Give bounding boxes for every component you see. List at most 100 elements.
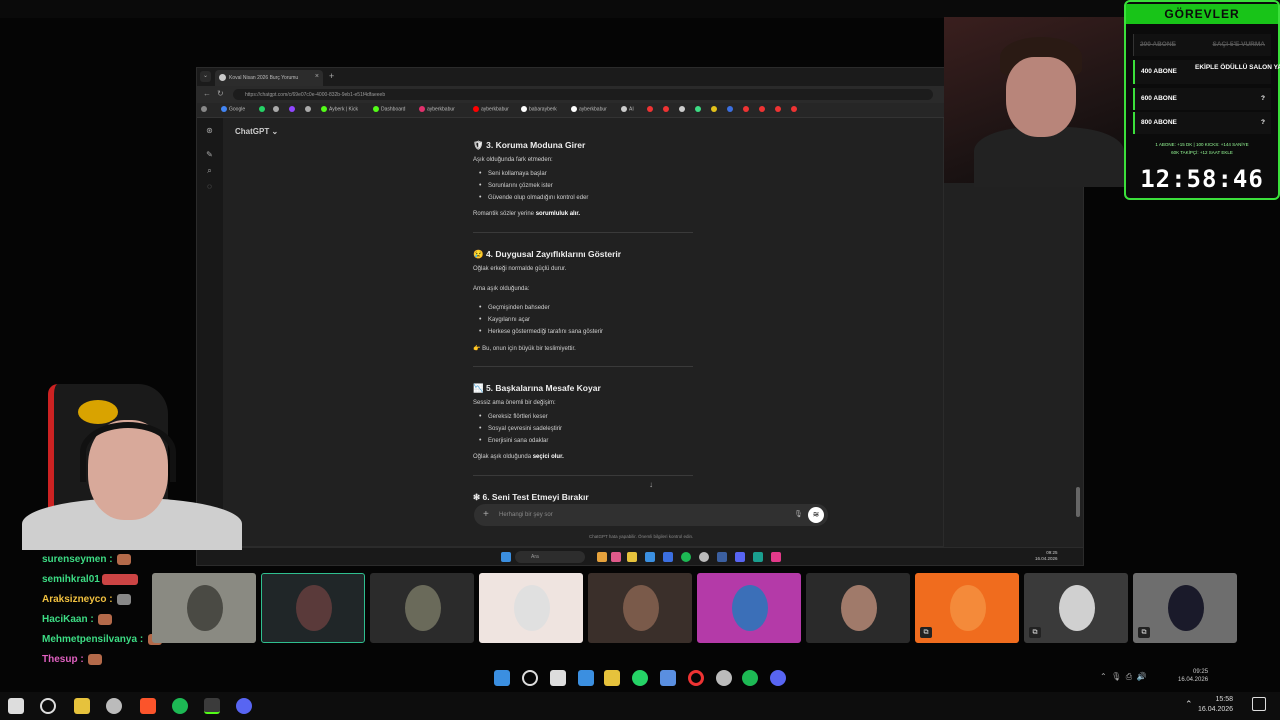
bookmark-icon[interactable]: [791, 106, 799, 112]
bookmark-icon[interactable]: [711, 106, 719, 112]
spotify-icon[interactable]: [172, 698, 188, 714]
brave-icon[interactable]: [140, 698, 156, 714]
emote-icon: [98, 614, 113, 625]
bookmark-icon[interactable]: [273, 106, 281, 112]
participant-tile[interactable]: [152, 573, 256, 643]
spotify-icon[interactable]: [742, 670, 758, 686]
app-icon[interactable]: [771, 552, 781, 562]
message-composer[interactable]: + Herhangi bir şey sor 🎙 ≋: [474, 504, 828, 526]
obs-icon[interactable]: [106, 698, 122, 714]
openai-logo-icon[interactable]: ⊛: [205, 126, 214, 135]
whatsapp-bookmark-icon[interactable]: [259, 106, 267, 112]
date: 16.04.2026: [1178, 677, 1209, 683]
obs-icon[interactable]: [716, 670, 732, 686]
model-selector[interactable]: ChatGPT ⌄: [235, 127, 278, 136]
app-icon[interactable]: [663, 552, 673, 562]
app-icon[interactable]: [597, 552, 607, 562]
app-icon[interactable]: [660, 670, 676, 686]
bookmark-tiktok[interactable]: ayberkbabur: [571, 106, 607, 112]
bookmark-icon[interactable]: [727, 106, 735, 112]
system-tray[interactable]: ⌃ 🎙 ⎙ 🔊: [1100, 672, 1147, 682]
paragraph: Oğlak aşık olduğunda seçici olur.: [473, 454, 564, 460]
tab-search-icon[interactable]: ⌄: [200, 71, 211, 82]
participant-tile[interactable]: [588, 573, 692, 643]
opera-icon[interactable]: [688, 670, 704, 686]
folder-icon[interactable]: [74, 698, 90, 714]
search-icon[interactable]: ⌕: [205, 166, 214, 175]
store-icon[interactable]: [645, 552, 655, 562]
participant-tile[interactable]: ⧉: [1024, 573, 1128, 643]
divider: [473, 475, 693, 476]
bookmark-icon[interactable]: [679, 106, 687, 112]
folder-icon[interactable]: [627, 552, 637, 562]
windows-start-icon[interactable]: [8, 698, 24, 714]
scroll-down-icon[interactable]: ↓: [649, 480, 653, 489]
discord-icon[interactable]: [236, 698, 252, 714]
composer-input[interactable]: Herhangi bir şey sor: [499, 512, 553, 518]
attach-icon[interactable]: +: [483, 509, 489, 520]
bookmark-kick[interactable]: Ayberk | Kick: [321, 106, 358, 112]
bookmark-icon[interactable]: [663, 106, 671, 112]
store-icon[interactable]: [578, 670, 594, 686]
screen-share-icon: ⧉: [1138, 627, 1150, 638]
spotify-icon[interactable]: [681, 552, 691, 562]
search-box[interactable]: Ara: [515, 551, 585, 563]
bookmark-icon[interactable]: [743, 106, 751, 112]
discord-icon[interactable]: [770, 670, 786, 686]
bookmark-google[interactable]: Google: [221, 106, 245, 112]
voice-mode-button[interactable]: ≋: [808, 507, 824, 523]
back-icon[interactable]: ←: [203, 89, 211, 98]
discord-icon[interactable]: [735, 552, 745, 562]
taskbar-clock[interactable]: 15:58 16.04.2026: [1198, 695, 1233, 715]
subathon-timer: 12:58:46: [1140, 165, 1264, 193]
windows-start-icon[interactable]: [494, 670, 510, 686]
obs-icon[interactable]: [699, 552, 709, 562]
bookmark-dashboard[interactable]: Dashboard: [373, 106, 405, 112]
tasks-info: 1 ABONE: +15 DK | 100 KICKS: +144 SANİYE: [1155, 142, 1249, 147]
bookmark-icon[interactable]: [759, 106, 767, 112]
participant-avatar: [405, 585, 441, 631]
chat-message: HaciKaan :: [42, 614, 113, 625]
participant-tile[interactable]: [370, 573, 474, 643]
kick-icon[interactable]: [204, 698, 220, 714]
scrollbar[interactable]: [1076, 487, 1080, 517]
tab-close-icon[interactable]: ×: [315, 73, 319, 80]
notification-icon[interactable]: [1252, 697, 1266, 711]
search-icon[interactable]: [522, 670, 538, 686]
twitch-bookmark-icon[interactable]: [289, 106, 297, 112]
new-tab-button[interactable]: +: [329, 71, 334, 81]
bookmark-ai[interactable]: AI: [621, 106, 634, 112]
apps-icon[interactable]: [201, 106, 209, 112]
library-icon[interactable]: ◌: [205, 182, 214, 191]
bookmark-instagram[interactable]: ayberkbabur: [419, 106, 455, 112]
participant-tile[interactable]: ⧉: [915, 573, 1019, 643]
search-icon[interactable]: [40, 698, 56, 714]
reload-icon[interactable]: ↻: [217, 89, 224, 98]
participant-tile[interactable]: [697, 573, 801, 643]
windows-start-icon[interactable]: [501, 552, 511, 562]
bookmark-youtube[interactable]: ayberkbabur: [473, 106, 509, 112]
bookmark-icon[interactable]: [695, 106, 703, 112]
participant-tile[interactable]: ⧉: [1133, 573, 1237, 643]
folder-icon[interactable]: [604, 670, 620, 686]
task-view-icon[interactable]: [550, 670, 566, 686]
taskbar-tray[interactable]: ⌃: [1185, 699, 1193, 710]
list-item: Geçmişinden bahseder: [473, 304, 550, 311]
browser-window-extension: [944, 183, 1084, 547]
microphone-icon[interactable]: 🎙: [794, 510, 803, 518]
tab-chatgpt[interactable]: Koval Nisan 2026 Burç Yorumu ×: [215, 70, 323, 86]
url-input[interactable]: https://chatgpt.com/c/69e07c0e-4000-832b…: [233, 89, 933, 100]
steam-icon[interactable]: [717, 552, 727, 562]
new-chat-icon[interactable]: ✎: [205, 150, 214, 159]
participant-tile[interactable]: [261, 573, 365, 643]
whatsapp-icon[interactable]: [632, 670, 648, 686]
edge-icon[interactable]: [753, 552, 763, 562]
bookmark-x[interactable]: babarayberk: [521, 106, 557, 112]
desktop-taskbar-apps: [480, 664, 810, 692]
bookmark-icon[interactable]: [647, 106, 655, 112]
participant-tile[interactable]: [806, 573, 910, 643]
bookmark-icon[interactable]: [305, 106, 313, 112]
app-icon[interactable]: [611, 552, 621, 562]
bookmark-icon[interactable]: [775, 106, 783, 112]
participant-tile[interactable]: [479, 573, 583, 643]
